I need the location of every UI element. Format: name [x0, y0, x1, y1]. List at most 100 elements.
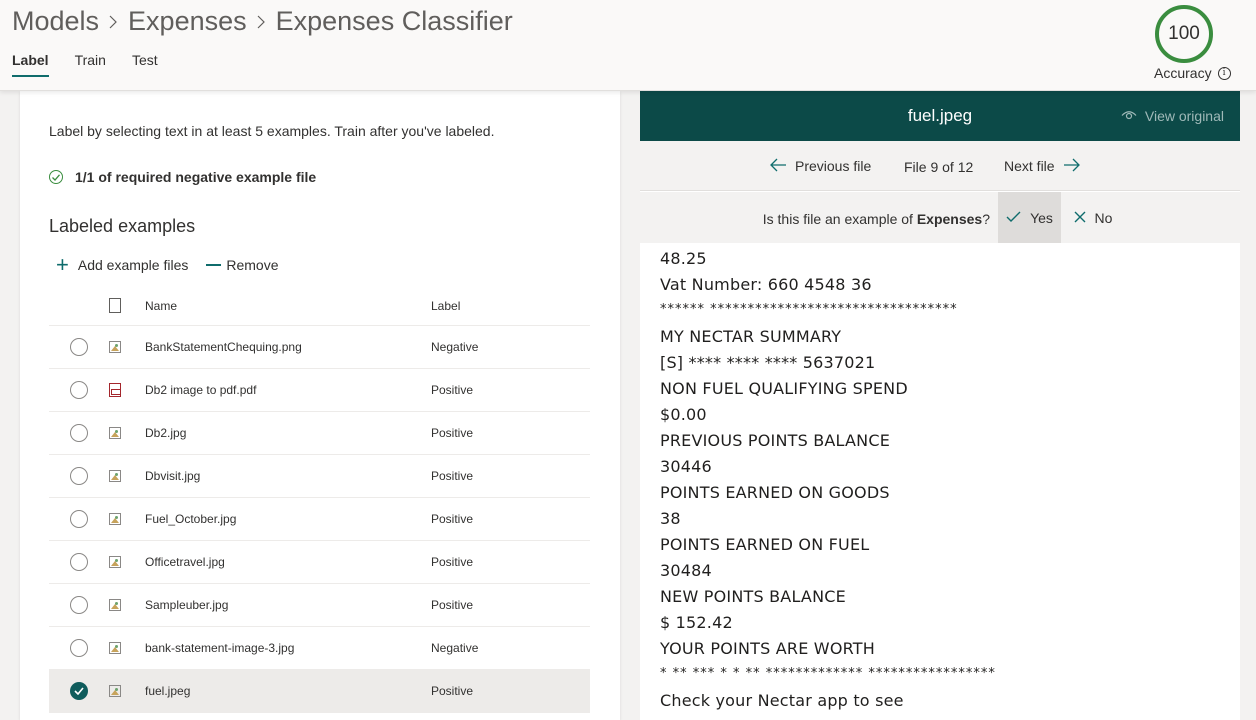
- document-text-content[interactable]: 48.25 Vat Number: 660 4548 36 ****** ***…: [660, 247, 1230, 715]
- no-button[interactable]: No: [1068, 192, 1118, 243]
- top-header: Models Expenses Expenses Classifier Labe…: [0, 0, 1256, 91]
- document-text-line[interactable]: NEW POINTS BALANCE: [660, 585, 1230, 611]
- image-file-icon: [109, 599, 121, 611]
- file-type-icon[interactable]: [109, 298, 121, 313]
- table-row[interactable]: Sampleuber.jpg Positive: [49, 584, 590, 627]
- remove-label: Remove: [226, 257, 279, 273]
- table-row-selected[interactable]: fuel.jpeg Positive: [49, 670, 590, 713]
- row-file-name: fuel.jpeg: [145, 684, 191, 698]
- document-text-line[interactable]: POINTS EARNED ON FUEL: [660, 533, 1230, 559]
- row-label: Positive: [431, 383, 474, 397]
- image-file-icon: [109, 470, 121, 482]
- row-label: Positive: [431, 598, 474, 612]
- row-select-radio[interactable]: [70, 596, 88, 614]
- table-row[interactable]: Dbvisit.jpg Positive: [49, 455, 590, 498]
- viewer-header: fuel.jpeg View original: [640, 91, 1240, 141]
- chevron-right-icon: [109, 15, 118, 29]
- add-example-files-label: Add example files: [77, 257, 189, 273]
- image-file-icon: [109, 513, 121, 525]
- column-header-label[interactable]: Label: [431, 299, 581, 313]
- row-file-name: Officetravel.jpg: [145, 555, 225, 569]
- breadcrumb-models[interactable]: Models: [12, 6, 99, 37]
- row-select-radio[interactable]: [70, 467, 88, 485]
- document-text-line[interactable]: 48.25: [660, 247, 1230, 273]
- section-title: Labeled examples: [49, 216, 196, 236]
- image-file-icon: [109, 685, 121, 697]
- command-bar: + Add example files Remove: [56, 254, 279, 276]
- document-text-line[interactable]: POINTS EARNED ON GOODS: [660, 481, 1230, 507]
- no-label: No: [1094, 209, 1113, 226]
- question-suffix: ?: [982, 211, 990, 227]
- row-select-radio-checked[interactable]: [70, 682, 88, 700]
- add-example-files-button[interactable]: + Add example files: [56, 254, 188, 276]
- info-icon[interactable]: i: [1217, 66, 1231, 80]
- tab-train[interactable]: Train: [75, 52, 106, 77]
- column-header-name[interactable]: Name: [145, 299, 431, 313]
- instructions-text: Label by selecting text in at least 5 ex…: [49, 123, 495, 139]
- row-file-name: Sampleuber.jpg: [145, 598, 229, 612]
- row-label: Negative: [431, 641, 479, 655]
- document-text-line[interactable]: Check your Nectar app to see: [660, 689, 1230, 715]
- row-file-name: BankStatementChequing.png: [145, 340, 302, 354]
- table-row[interactable]: BankStatementChequing.png Negative: [49, 326, 590, 369]
- document-text-line[interactable]: NON FUEL QUALIFYING SPEND: [660, 377, 1230, 403]
- table-header: Name Label: [49, 286, 590, 326]
- row-select-radio[interactable]: [70, 424, 88, 442]
- breadcrumb-expenses[interactable]: Expenses: [128, 6, 247, 37]
- document-text-line[interactable]: * ** *** * * ** ************* **********…: [660, 663, 1230, 689]
- document-text-line[interactable]: [S] **** **** **** 5637021: [660, 351, 1230, 377]
- table-row[interactable]: Fuel_October.jpg Positive: [49, 498, 590, 541]
- accuracy-value: 100: [1155, 5, 1213, 63]
- labeled-examples-panel: Label by selecting text in at least 5 ex…: [20, 91, 620, 720]
- row-select-radio[interactable]: [70, 510, 88, 528]
- checkmark-icon: [1006, 210, 1021, 226]
- plus-icon: +: [56, 252, 69, 277]
- accuracy-indicator: 100 Accuracy i: [1150, 5, 1231, 85]
- document-text-line[interactable]: Vat Number: 660 4548 36: [660, 273, 1230, 299]
- image-file-icon: [109, 427, 121, 439]
- yes-label: Yes: [1030, 209, 1053, 226]
- document-text-line[interactable]: 30484: [660, 559, 1230, 585]
- document-text-line[interactable]: 38: [660, 507, 1230, 533]
- negative-example-status: 1/1 of required negative example file: [49, 169, 316, 185]
- breadcrumb: Models Expenses Expenses Classifier: [12, 6, 513, 37]
- row-file-name: Db2.jpg: [145, 426, 187, 440]
- document-text-line[interactable]: PREVIOUS POINTS BALANCE: [660, 429, 1230, 455]
- check-circle-icon: [49, 170, 63, 184]
- table-row[interactable]: bank-statement-image-3.jpg Negative: [49, 627, 590, 670]
- document-text-line[interactable]: MY NECTAR SUMMARY: [660, 325, 1230, 351]
- table-row[interactable]: Db2.jpg Positive: [49, 412, 590, 455]
- table-row[interactable]: Db2 image to pdf.pdf Positive: [49, 369, 590, 412]
- question-model: Expenses: [916, 211, 983, 227]
- document-text-line[interactable]: 30446: [660, 455, 1230, 481]
- row-file-name: Fuel_October.jpg: [145, 512, 237, 526]
- document-text-line[interactable]: ****** *********************************: [660, 299, 1230, 325]
- row-file-name: Dbvisit.jpg: [145, 469, 201, 483]
- row-label: Negative: [431, 340, 479, 354]
- row-select-radio[interactable]: [70, 338, 88, 356]
- classification-question: Is this file an example of Expenses?: [763, 211, 990, 227]
- row-label: Positive: [431, 555, 474, 569]
- image-file-icon: [109, 556, 121, 568]
- yes-button[interactable]: Yes: [998, 192, 1061, 243]
- table-row[interactable]: Officetravel.jpg Positive: [49, 541, 590, 584]
- row-select-radio[interactable]: [70, 553, 88, 571]
- eye-icon: [1121, 108, 1137, 124]
- remove-button[interactable]: Remove: [206, 257, 279, 273]
- document-text-line[interactable]: YOUR POINTS ARE WORTH: [660, 637, 1230, 663]
- next-file-button[interactable]: Next file: [1004, 157, 1080, 175]
- examples-table: Name Label BankStatementChequing.png Neg…: [49, 286, 590, 713]
- view-original-button[interactable]: View original: [1121, 108, 1224, 124]
- document-text-line[interactable]: $ 152.42: [660, 611, 1230, 637]
- tab-label[interactable]: Label: [12, 52, 49, 77]
- document-text-line[interactable]: $0.00: [660, 403, 1230, 429]
- image-file-icon: [109, 341, 121, 353]
- row-select-radio[interactable]: [70, 639, 88, 657]
- row-select-radio[interactable]: [70, 381, 88, 399]
- previous-file-button[interactable]: Previous file: [770, 157, 871, 175]
- tab-test[interactable]: Test: [132, 52, 158, 77]
- table-body: BankStatementChequing.png Negative Db2 i…: [49, 326, 590, 713]
- pdf-file-icon: [109, 383, 121, 397]
- tab-bar: Label Train Test: [12, 52, 184, 77]
- chevron-right-icon: [257, 15, 266, 29]
